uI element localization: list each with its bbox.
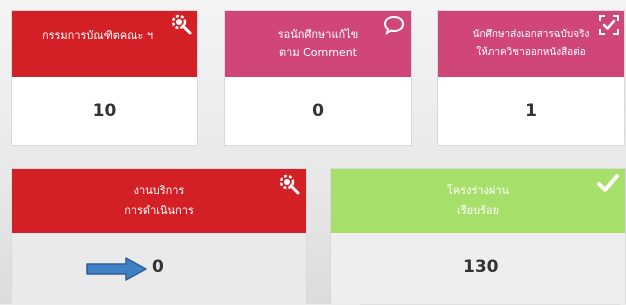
stat-card-service-operations[interactable]: งานบริการ การดำเนินการ 0 [11, 168, 307, 304]
card-header: กรรมการบัณฑิตคณะ ฯ [12, 11, 197, 77]
card-title: กรรมการบัณฑิตคณะ ฯ [41, 29, 154, 42]
card-value-row: 0 [12, 233, 306, 304]
stat-card-original-documents-submitted[interactable]: นักศึกษาส่งเอกสารฉบับจริง ให้ภาควิชาออกห… [437, 10, 625, 146]
gear-magnify-icon [279, 174, 300, 195]
gear-magnify-icon [171, 14, 192, 35]
card-value: 130 [463, 257, 499, 277]
checkmark-icon [597, 174, 619, 192]
card-title-line1: โครงร่างผ่าน [446, 184, 510, 197]
stat-card-awaiting-student-revision[interactable]: รอนักศึกษาแก้ไข ตาม Comment 0 [224, 10, 412, 146]
stat-card-proposal-approved[interactable]: โครงร่างผ่าน เรียบร้อย 130 [330, 168, 626, 304]
speech-bubble-icon [383, 15, 405, 35]
stat-card-faculty-committee[interactable]: กรรมการบัณฑิตคณะ ฯ 10 [11, 10, 198, 146]
blue-arrow-icon [86, 257, 147, 281]
scan-check-icon [599, 15, 619, 35]
card-title-line1: งานบริการ [133, 184, 185, 197]
card-title-line2: เรียบร้อย [456, 204, 500, 217]
card-value-row: 130 [331, 233, 625, 304]
card-value: 1 [525, 101, 537, 121]
card-title-line2: การดำเนินการ [124, 204, 194, 217]
card-header: รอนักศึกษาแก้ไข ตาม Comment [225, 11, 411, 77]
card-title-line2: ให้ภาควิชาออกหนังสือต่อ [476, 47, 586, 58]
card-value: 10 [92, 101, 117, 121]
card-title-line2: ตาม Comment [279, 46, 357, 59]
card-value: 0 [312, 101, 324, 121]
card-title-line1: นักศึกษาส่งเอกสารฉบับจริง [472, 29, 590, 40]
card-header: งานบริการ การดำเนินการ [12, 169, 306, 233]
card-header: นักศึกษาส่งเอกสารฉบับจริง ให้ภาควิชาออกห… [438, 11, 624, 77]
card-header: โครงร่างผ่าน เรียบร้อย [331, 169, 625, 233]
card-value: 0 [152, 257, 164, 277]
